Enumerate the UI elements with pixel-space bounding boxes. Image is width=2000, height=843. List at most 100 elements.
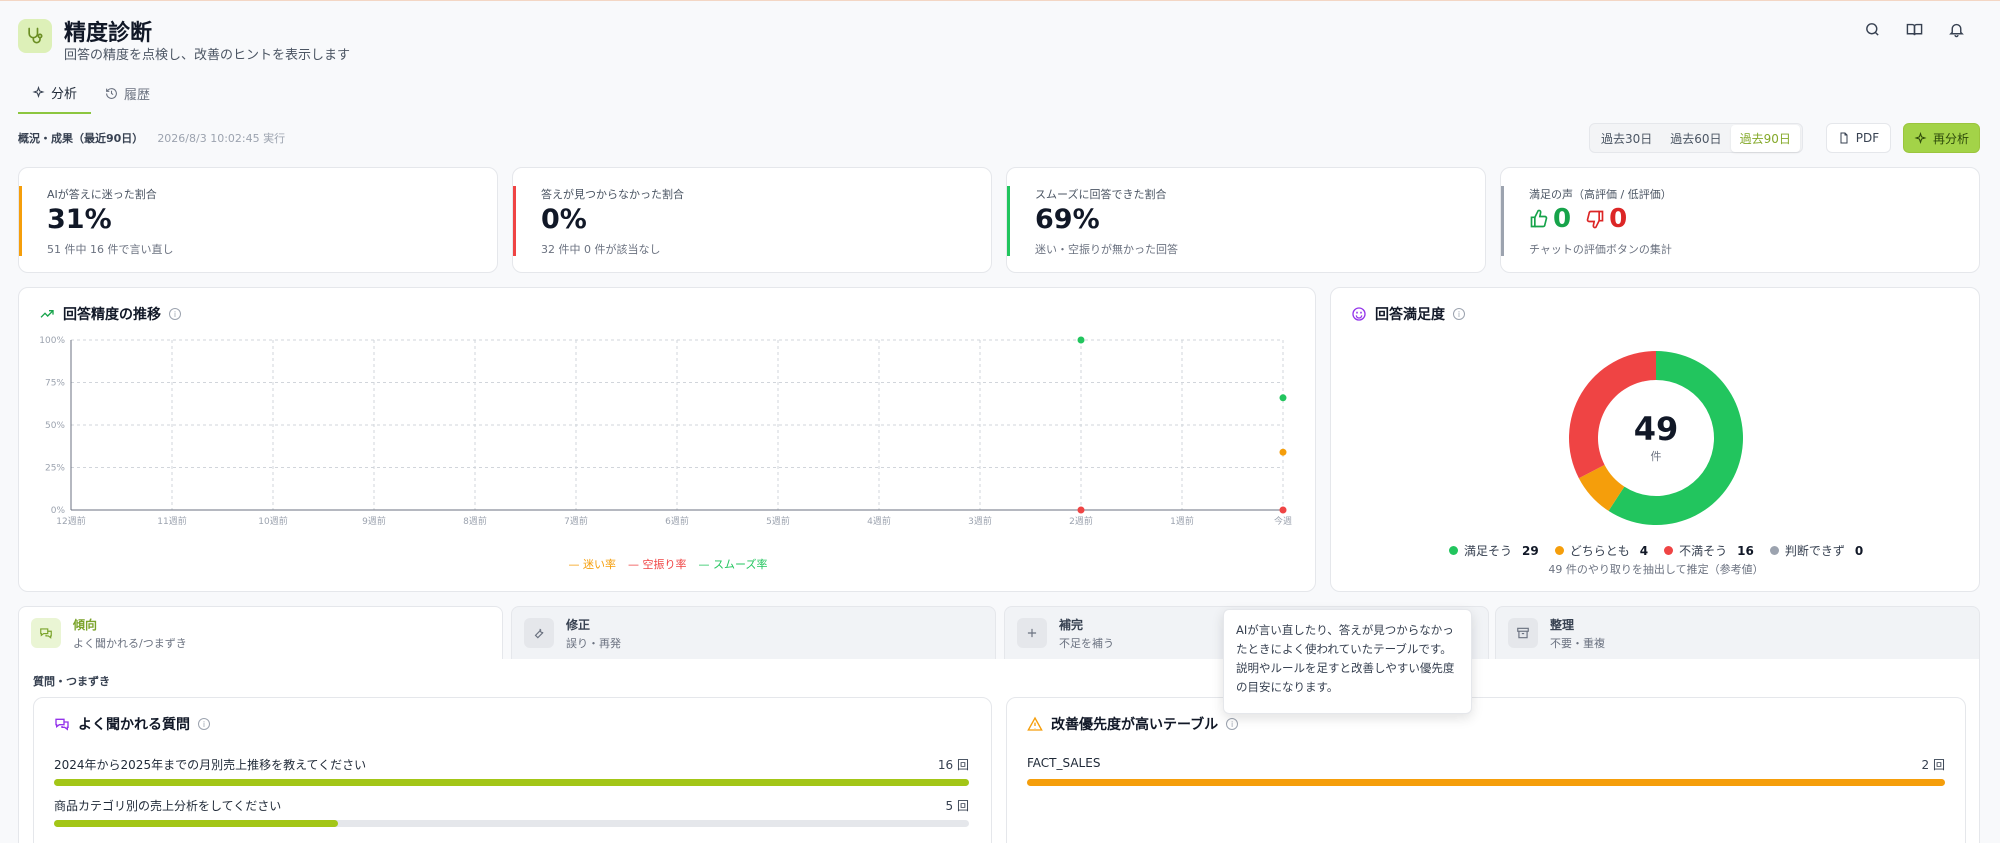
faq-item[interactable]: 2024年から2025年までの月別売上推移を教えてください 16 回 xyxy=(54,756,969,786)
section-label: 概況・成果（最近90日） xyxy=(18,132,144,145)
kpi-card-not-found: 答えが見つからなかった割合 0% 32 件中 0 件が該当なし xyxy=(512,167,992,273)
kpi-card-feedback: 満足の声（高評価 / 低評価） 0 0 チャットの評価ボタンの集計 xyxy=(1500,167,1980,273)
panel-tab-fix[interactable]: 修正 誤り・再発 xyxy=(511,606,996,659)
table-name: FACT_SALES xyxy=(1027,756,1101,770)
legend-count: 29 xyxy=(1522,543,1539,558)
thumbs-up-icon xyxy=(1530,209,1548,228)
section-meta: 概況・成果（最近90日） 2026/8/3 10:02:45 実行 xyxy=(18,130,285,146)
kpi-value: 69% xyxy=(1035,204,1100,235)
period-60-button[interactable]: 過去60日 xyxy=(1661,125,1730,152)
bell-icon[interactable] xyxy=(1946,19,1966,39)
info-icon[interactable]: i xyxy=(198,718,210,730)
y-tick-label: 0% xyxy=(51,506,66,516)
x-tick-label: 5週前 xyxy=(766,515,790,527)
x-tick-label: 11週前 xyxy=(157,515,186,527)
reanalyze-label: 再分析 xyxy=(1932,131,1969,146)
table-bar-track xyxy=(1027,779,1945,786)
priority-title: 改善優先度が高いテーブル xyxy=(1051,717,1219,733)
kpi-label: AIが答えに迷った割合 xyxy=(47,188,157,201)
search-icon[interactable] xyxy=(1862,19,1882,39)
faq-bar-track xyxy=(54,820,969,827)
table-bar-fill xyxy=(1027,779,1945,786)
warning-icon xyxy=(1027,716,1043,731)
kpi-label: スムーズに回答できた割合 xyxy=(1035,188,1167,201)
run-timestamp: 2026/8/3 10:02:45 実行 xyxy=(157,132,286,145)
data-point[interactable] xyxy=(1279,448,1287,456)
legend-dot xyxy=(1554,546,1564,555)
legend-label: どちらとも xyxy=(1569,544,1630,558)
data-point[interactable] xyxy=(1077,506,1085,514)
thumbs-down-count: 0 xyxy=(1585,204,1627,234)
x-tick-label: 2週前 xyxy=(1069,515,1093,527)
trending-up-icon xyxy=(40,310,54,318)
faq-item[interactable]: 商品カテゴリ別の売上分析をしてください 5 回 xyxy=(54,797,969,827)
thumbs-down-icon xyxy=(1586,210,1604,229)
tab-analysis[interactable]: 分析 xyxy=(18,79,92,114)
chat-icon xyxy=(31,618,61,648)
book-icon[interactable] xyxy=(1904,19,1924,39)
table-item[interactable]: FACT_SALES 2 回 xyxy=(1027,756,1945,786)
legend-count: 0 xyxy=(1854,543,1864,558)
x-tick-label: 12週前 xyxy=(56,515,85,527)
x-tick-label: 8週前 xyxy=(463,515,487,527)
plus-icon xyxy=(1017,618,1047,648)
panel-tab-sub: よく聞かれる/つまずき xyxy=(73,636,187,650)
satisfaction-panel-title: 回答満足度 xyxy=(1375,307,1445,323)
satisfaction-legend-item: どちらとも 4 xyxy=(1554,542,1648,559)
legend-label: 満足そう xyxy=(1464,544,1513,558)
panel-tab-trend[interactable]: 傾向よく聞かれる/つまずき xyxy=(18,606,503,659)
y-tick-label: 50% xyxy=(45,421,65,431)
info-icon[interactable]: i xyxy=(1453,308,1465,320)
chat-icon xyxy=(55,718,69,731)
panel-tab-organize[interactable]: 整理 不要・重複 xyxy=(1495,606,1980,659)
x-tick-label: 1週前 xyxy=(1170,515,1194,527)
legend-dot xyxy=(1449,546,1458,555)
pdf-button[interactable]: PDF xyxy=(1826,123,1891,153)
data-point[interactable] xyxy=(1279,394,1287,402)
panel-tab-sub: 不要・重複 xyxy=(1550,636,1605,650)
x-tick-label: 今週 xyxy=(1274,515,1292,527)
panel-tab-sub: 不足を補う xyxy=(1059,636,1114,650)
kpi-note: 32 件中 0 件が該当なし xyxy=(541,243,661,256)
data-point[interactable] xyxy=(1279,506,1287,514)
file-icon xyxy=(1840,132,1848,144)
page-title: 精度診断 xyxy=(64,21,153,46)
panel-tab-title: 修正 xyxy=(566,617,591,632)
period-90-button[interactable]: 過去90日 xyxy=(1730,124,1800,152)
kpi-accent-bar xyxy=(513,186,516,256)
donut-total: 49 xyxy=(1633,410,1679,448)
legend-dot xyxy=(1664,546,1674,555)
kpi-accent-bar xyxy=(1007,186,1010,256)
x-tick-label: 9週前 xyxy=(362,515,386,527)
legend-item: — 空振り率 xyxy=(628,558,687,571)
info-icon[interactable]: i xyxy=(169,308,181,320)
satisfaction-legend: 満足そう 29 どちらとも 4 不満そう 16 判断できず 0 xyxy=(1449,542,1863,559)
tab-history[interactable]: 履歴 xyxy=(91,79,164,114)
page-subtitle: 回答の精度を点検し、改善のヒントを表示します xyxy=(64,48,351,63)
thumbs-up-value: 0 xyxy=(1553,204,1572,234)
panel-tab-title: 補完 xyxy=(1059,617,1084,632)
history-icon xyxy=(106,88,117,99)
smile-icon xyxy=(1352,307,1366,321)
kpi-note: チャットの評価ボタンの集計 xyxy=(1529,243,1672,256)
trend-panel-header: 回答精度の推移 i xyxy=(39,304,181,324)
reanalyze-button[interactable]: 再分析 xyxy=(1903,123,1980,153)
period-30-button[interactable]: 過去30日 xyxy=(1592,125,1661,152)
legend-item: — スムーズ率 xyxy=(698,558,768,571)
y-tick-label: 75% xyxy=(45,379,65,389)
trend-chart: 0% 25% 50% 75% 100% 12週前 11週前 10週前 9週前 8週前 7週前 6週前 5… xyxy=(39,336,1292,527)
satisfaction-legend-item: 満足そう 29 xyxy=(1449,542,1539,559)
kpi-note: 51 件中 16 件で言い直し xyxy=(47,243,174,256)
faq-bar-fill xyxy=(54,779,969,786)
data-point[interactable] xyxy=(1077,336,1085,344)
app-logo-icon xyxy=(18,19,52,53)
kpi-value: 0% xyxy=(541,204,587,235)
panel-tab-title: 傾向 xyxy=(73,617,98,632)
faq-question: 2024年から2025年までの月別売上推移を教えてください xyxy=(54,758,367,772)
x-tick-label: 10週前 xyxy=(258,515,287,527)
kpi-value: 31% xyxy=(47,204,112,235)
y-tick-label: 25% xyxy=(45,464,65,474)
pdf-label: PDF xyxy=(1855,131,1880,145)
faq-bar-fill xyxy=(54,820,338,827)
info-icon[interactable]: i xyxy=(1226,718,1239,730)
